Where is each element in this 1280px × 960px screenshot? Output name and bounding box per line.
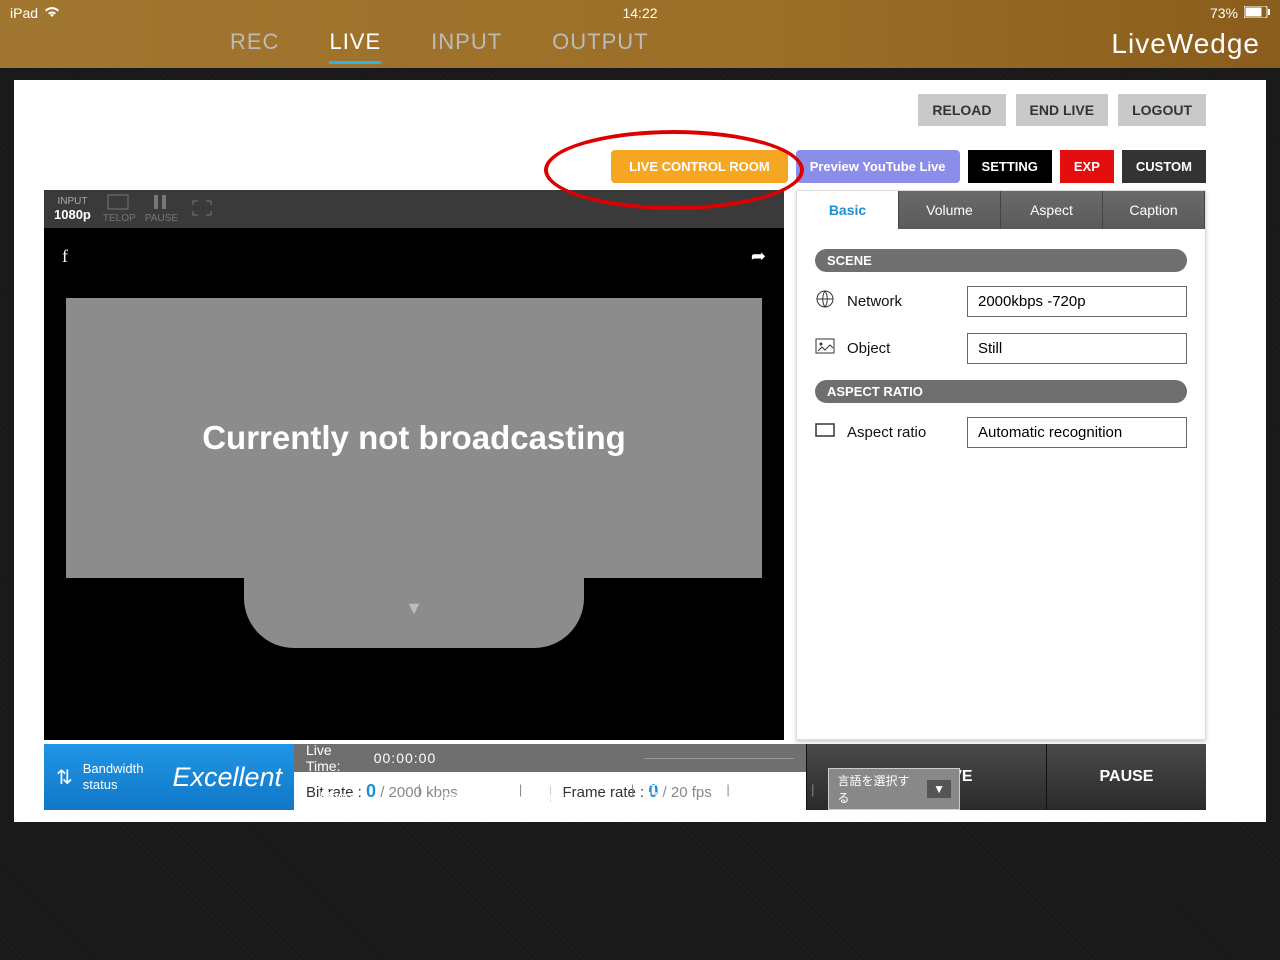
globe-icon	[815, 289, 837, 314]
aspect-icon	[815, 423, 837, 442]
chevron-down-icon: ▼	[927, 780, 951, 798]
custom-button[interactable]: CUSTOM	[1122, 150, 1206, 183]
scene-header: SCENE	[815, 249, 1187, 272]
live-time-value: 00:00:00	[374, 750, 437, 766]
device-label: iPad	[10, 5, 38, 21]
preview-message: Currently not broadcasting	[202, 419, 626, 457]
pause-icon[interactable]: PAUSE	[145, 194, 175, 224]
nav-tab-input[interactable]: INPUT	[431, 29, 502, 64]
aspect-field[interactable]: Automatic recognition	[967, 417, 1187, 448]
telop-icon[interactable]: TELOP	[103, 194, 133, 224]
preview-area: f ➦ Currently not broadcasting ▼	[44, 228, 784, 740]
network-label: Network	[847, 293, 957, 310]
object-label: Object	[847, 340, 957, 357]
settings-panel: Basic Volume Aspect Caption SCENE Networ…	[796, 190, 1206, 740]
image-icon	[815, 338, 837, 359]
nav-tab-rec[interactable]: REC	[230, 29, 279, 64]
battery-icon	[1244, 5, 1270, 21]
bandwidth-label-2: status	[83, 777, 144, 793]
preview-message-box: Currently not broadcasting	[66, 298, 762, 578]
language-select[interactable]: 言語を選択する▼	[828, 768, 960, 810]
end-live-button[interactable]: END LIVE	[1016, 94, 1109, 126]
tab-caption[interactable]: Caption	[1103, 191, 1205, 229]
footer-link-about[interactable]: About Us	[744, 774, 797, 804]
nav-tab-live[interactable]: LIVE	[329, 29, 381, 64]
footer-link-term[interactable]: Term of Use	[435, 774, 505, 804]
preview-tray[interactable]: ▼	[244, 558, 584, 648]
bandwidth-box: ⇅ Bandwidth status Excellent	[44, 744, 294, 810]
clock: 14:22	[622, 5, 657, 21]
pause-button[interactable]: PAUSE	[1046, 744, 1206, 810]
input-label: INPUT	[57, 197, 87, 207]
fullscreen-icon[interactable]	[187, 200, 217, 219]
brand-logo: LiveWedge	[1111, 28, 1260, 60]
tab-volume[interactable]: Volume	[899, 191, 1001, 229]
object-field[interactable]: Still	[967, 333, 1187, 364]
setting-button[interactable]: SETTING	[968, 150, 1052, 183]
tab-basic[interactable]: Basic	[797, 191, 899, 229]
battery-percent: 73%	[1210, 5, 1238, 21]
aspect-label: Aspect ratio	[847, 424, 957, 441]
footer-links: Online Manual| Term of Use| Privacy Poli…	[320, 768, 960, 810]
footer-link-contact[interactable]: Contact Us	[648, 774, 712, 804]
input-bar: INPUT 1080p TELOP PAUSE	[44, 190, 784, 228]
network-field[interactable]: 2000kbps -720p	[967, 286, 1187, 317]
tab-aspect[interactable]: Aspect	[1001, 191, 1103, 229]
share-icon[interactable]: ➦	[751, 246, 766, 267]
preview-column: INPUT 1080p TELOP PAUSE f ➦	[44, 190, 784, 740]
nav-tab-output[interactable]: OUTPUT	[552, 29, 648, 64]
footer-link-manual[interactable]: Online Manual	[320, 774, 404, 804]
bandwidth-label-1: Bandwidth	[83, 761, 144, 777]
input-resolution: 1080p	[54, 207, 91, 222]
exp-button[interactable]: EXP	[1060, 150, 1114, 183]
updown-icon: ⇅	[56, 765, 73, 790]
bandwidth-value: Excellent	[172, 762, 282, 793]
aspect-header: ASPECT RATIO	[815, 380, 1187, 403]
reload-button[interactable]: RELOAD	[918, 94, 1005, 126]
footer-link-privacy[interactable]: Privacy Policy	[536, 774, 617, 804]
chevron-down-icon: ▼	[405, 598, 423, 619]
ios-status-bar: iPad 14:22 73%	[0, 0, 1280, 26]
facebook-icon[interactable]: f	[62, 246, 68, 267]
live-control-room-button[interactable]: LIVE CONTROL ROOM	[611, 150, 788, 183]
preview-youtube-button[interactable]: Preview YouTube Live	[796, 150, 960, 183]
logout-button[interactable]: LOGOUT	[1118, 94, 1206, 126]
wifi-icon	[44, 5, 60, 21]
app-panel: RELOAD END LIVE LOGOUT LIVE CONTROL ROOM…	[14, 80, 1266, 822]
